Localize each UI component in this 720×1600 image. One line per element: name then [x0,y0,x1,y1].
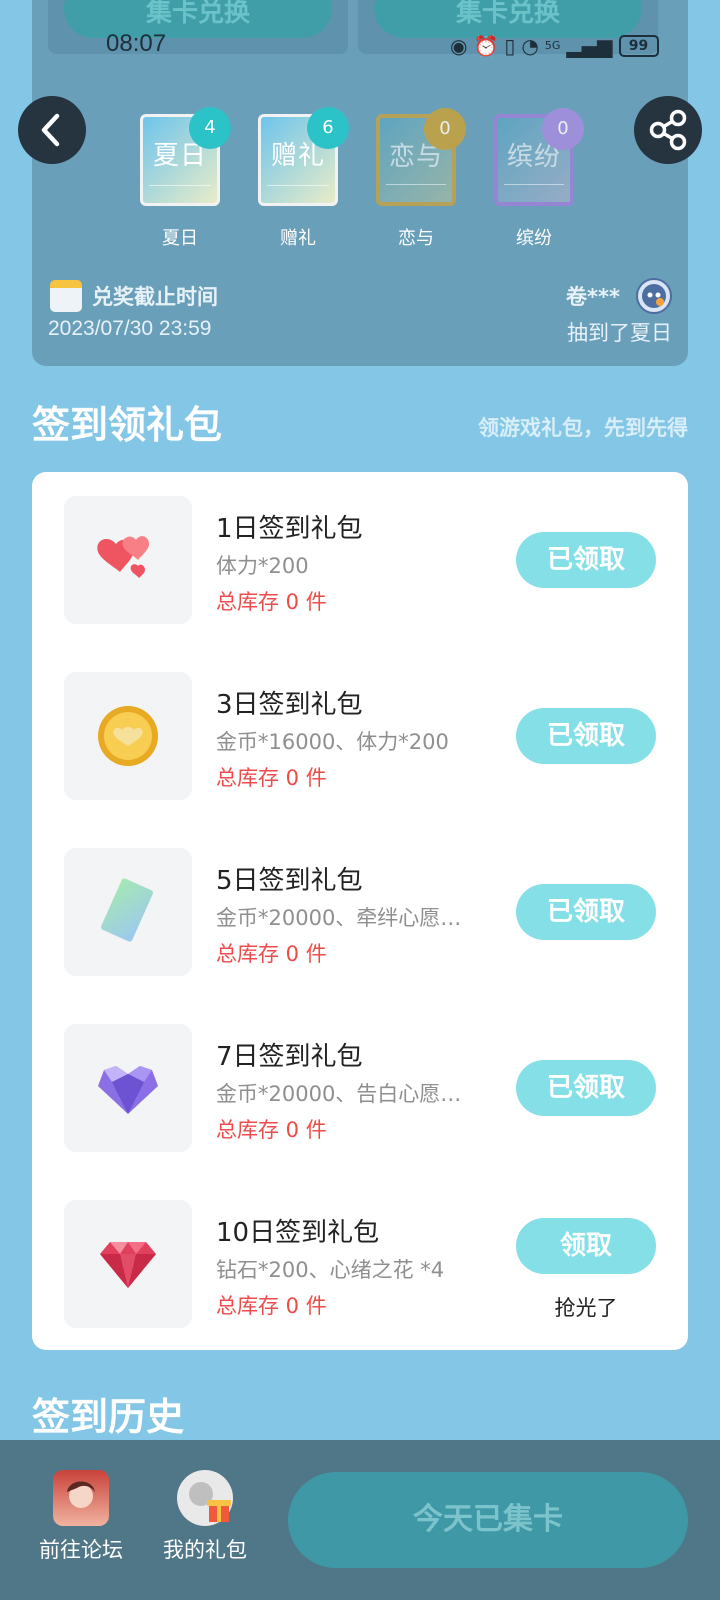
character-portrait-icon [67,1481,95,1508]
my-gifts-nav[interactable]: 我的礼包 [150,1470,260,1564]
card-footer [267,185,329,195]
gift-content: 金币*16000、体力*200 [216,730,449,754]
list-item: 5日签到礼包 金币*20000、牵绊心愿… 总库存 0 件 已领取 [32,848,688,976]
share-button[interactable] [634,96,702,164]
card-name: 夏日 [162,228,198,249]
status-bar: 08:07 ◉ ⏰ ▯ ◔ 5G ▂▄▆ 99 [0,26,720,66]
card-summer[interactable]: 夏日 4 夏日 [140,107,231,250]
gift-box-icon [189,1482,231,1522]
avatar [636,278,672,314]
card-colorful[interactable]: 缤纷 0 缤纷 [494,108,584,250]
bottom-bar: 前往论坛 我的礼包 今天已集卡 [0,1440,720,1600]
collect-today-button[interactable]: 今天已集卡 [288,1472,688,1568]
network-type: 5G [544,39,561,52]
signin-title: 签到领礼包 [32,403,223,447]
list-item: 3日签到礼包 金币*16000、体力*200 总库存 0 件 已领取 [32,672,688,800]
list-item: 10日签到礼包 钻石*200、心绪之花 *4 总库存 0 件 领取 抢光了 [32,1200,688,1328]
card-image: 恋与 0 [376,108,466,206]
card-ticket-icon [101,878,153,942]
gift-content: 金币*20000、告白心愿… [216,1082,462,1106]
list-item: 1日签到礼包 体力*200 总库存 0 件 已领取 [32,496,688,624]
signin-hint: 领游戏礼包，先到先得 [478,416,688,440]
status-icons: ◉ ⏰ ▯ ◔ 5G ▂▄▆ 99 [450,32,659,60]
gift-stock: 总库存 0 件 [216,766,327,790]
card-footer [386,184,446,194]
eye-icon: ◉ [450,34,468,58]
gift-thumbnail [64,496,192,624]
card-name: 赠礼 [280,228,316,249]
gift-stock: 总库存 0 件 [216,1294,327,1318]
list-item: 7日签到礼包 金币*20000、告白心愿… 总库存 0 件 已领取 [32,1024,688,1152]
gift-stock: 总库存 0 件 [216,590,327,614]
card-gift[interactable]: 赠礼 6 赠礼 [258,107,349,250]
my-gifts-label: 我的礼包 [163,1538,247,1562]
gift-title: 10日签到礼包 [216,1218,380,1248]
status-time: 08:07 [106,30,167,57]
claimed-button[interactable]: 已领取 [516,884,656,940]
alarm-icon: ⏰ [473,34,499,58]
forum-nav[interactable]: 前往论坛 [26,1470,136,1564]
deadline-value: 2023/07/30 23:59 [48,317,212,340]
card-count-badge: 6 [307,107,349,149]
card-image: 夏日 4 [140,107,231,206]
card-image: 赠礼 6 [258,107,349,206]
gift-avatar-icon [177,1470,233,1526]
gift-stock: 总库存 0 件 [216,1118,327,1142]
battery-icon: 99 [618,35,659,57]
winner-name: 卷*** [566,285,620,309]
card-name: 缤纷 [516,228,552,249]
sold-out-label: 抢光了 [554,1296,618,1320]
hearts-icon [97,536,149,578]
signal-icon: ▂▄▆ [566,34,613,58]
gift-list: 1日签到礼包 体力*200 总库存 0 件 已领取 3日签到礼包 金币*1600… [32,472,688,1350]
card-name: 恋与 [398,228,434,249]
gift-title: 5日签到礼包 [216,866,363,896]
calendar-icon [50,280,82,312]
share-icon [649,109,687,151]
diamond-icon [100,1242,156,1288]
gift-title: 3日签到礼包 [216,690,363,720]
gift-title: 1日签到礼包 [216,514,363,544]
history-title: 签到历史 [32,1395,185,1439]
gift-content: 钻石*200、心绪之花 *4 [216,1258,445,1282]
winner-result: 抽到了夏日 [567,321,672,345]
claim-button[interactable]: 领取 [516,1218,656,1274]
gift-thumbnail [64,1200,192,1328]
purple-heart-gem-icon [98,1066,158,1114]
gift-thumbnail [64,1024,192,1152]
card-footer [504,184,564,194]
gift-content: 金币*20000、牵绊心愿… [216,906,462,930]
robot-avatar-icon [642,284,666,308]
card-count-badge: 0 [542,108,584,150]
card-count-badge: 4 [189,107,231,149]
chevron-left-icon [41,113,60,147]
gift-stock: 总库存 0 件 [216,942,327,966]
forum-label: 前往论坛 [39,1538,123,1562]
card-footer [149,185,211,195]
gift-title: 7日签到礼包 [216,1042,363,1072]
claimed-button[interactable]: 已领取 [516,532,656,588]
claimed-button[interactable]: 已领取 [516,1060,656,1116]
vibrate-icon: ▯ [504,34,516,58]
gift-thumbnail [64,848,192,976]
card-love[interactable]: 恋与 0 恋与 [376,108,466,250]
back-button[interactable] [18,96,86,164]
claimed-button[interactable]: 已领取 [516,708,656,764]
forum-icon [53,1470,109,1526]
card-image: 缤纷 0 [494,108,584,206]
gift-thumbnail [64,672,192,800]
deadline-label: 兑奖截止时间 [92,285,218,309]
wifi-icon: ◔ [521,34,539,58]
gift-content: 体力*200 [216,554,309,578]
gold-coin-icon [98,706,158,766]
card-count-badge: 0 [424,108,466,150]
